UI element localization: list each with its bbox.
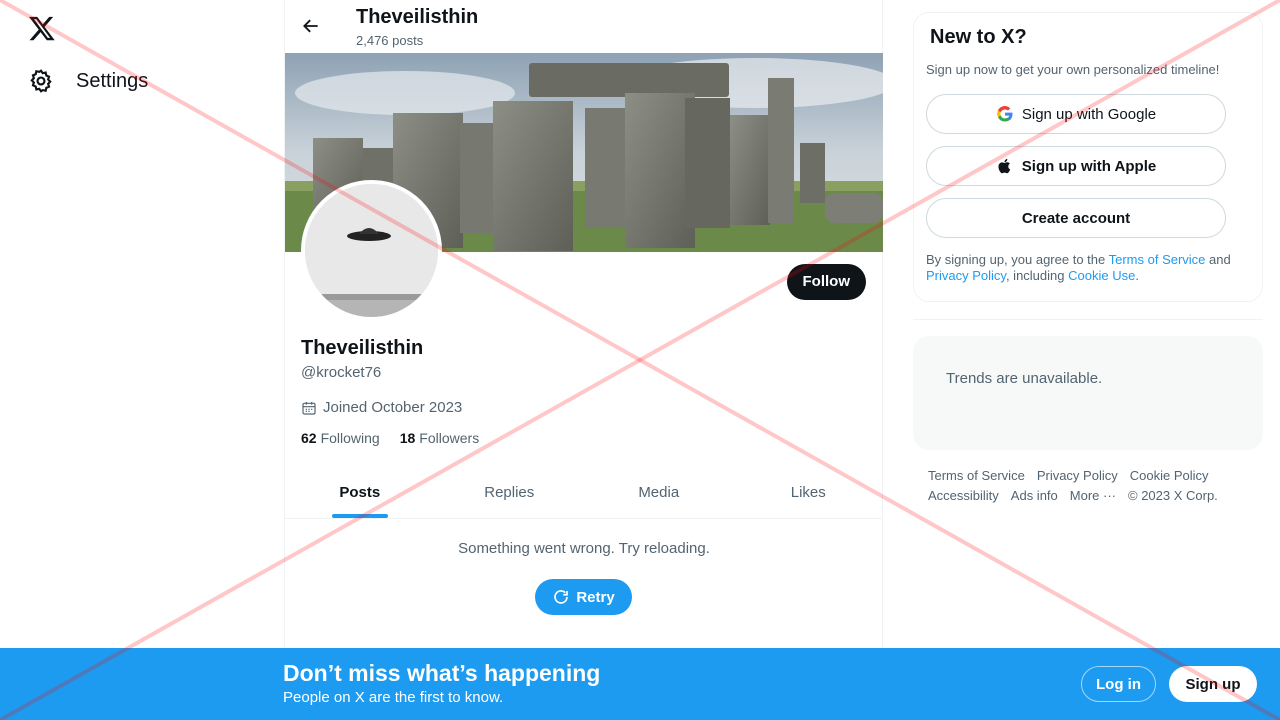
terms-and: and	[1205, 252, 1231, 267]
google-icon	[997, 106, 1013, 122]
back-arrow-icon[interactable]	[301, 16, 321, 36]
following-label: Following	[320, 430, 380, 446]
footer-ads[interactable]: Ads info	[1011, 488, 1058, 503]
follow-button[interactable]: Follow	[786, 264, 866, 300]
x-logo-icon[interactable]	[28, 14, 56, 42]
footer-privacy[interactable]: Privacy Policy	[1037, 468, 1118, 483]
bottom-title: Don’t miss what’s happening	[283, 660, 601, 686]
tab-media[interactable]: Media	[584, 466, 734, 518]
footer-cookie[interactable]: Cookie Policy	[1130, 468, 1209, 483]
tab-replies[interactable]: Replies	[435, 466, 585, 518]
tab-posts[interactable]: Posts	[285, 466, 435, 518]
profile-handle: @krocket76	[301, 364, 382, 381]
posts-count: 2,476 posts	[356, 33, 424, 48]
profile-header-bar: Theveilisthin 2,476 posts	[285, 0, 883, 53]
terms-including: , including	[1005, 268, 1069, 283]
following-link[interactable]: 62 Following	[301, 430, 380, 446]
signup-terms: By signing up, you agree to the Terms of…	[926, 252, 1248, 284]
profile-tabs: Posts Replies Media Likes	[285, 466, 883, 519]
profile-name: Theveilisthin	[301, 337, 424, 359]
trends-panel: Trends are unavailable.	[913, 336, 1263, 450]
bottom-subtitle: People on X are the first to know.	[283, 689, 504, 706]
create-account-button[interactable]: Create account	[926, 198, 1226, 238]
footer-more[interactable]: More ···	[1070, 488, 1116, 503]
left-nav: Settings	[0, 0, 284, 720]
nav-settings[interactable]: Settings	[28, 68, 148, 94]
signup-apple-button[interactable]: Sign up with Apple	[926, 146, 1226, 186]
privacy-link[interactable]: Privacy Policy	[926, 268, 1006, 283]
login-button[interactable]: Log in	[1081, 666, 1156, 702]
terms-prefix: By signing up, you agree to the	[926, 252, 1109, 267]
feed-error-message: Something went wrong. Try reloading.	[458, 540, 710, 557]
terms-end: .	[1135, 268, 1139, 283]
signup-subtitle: Sign up now to get your own personalized…	[926, 62, 1220, 77]
joined-date: Joined October 2023	[301, 399, 462, 416]
footer-links: Terms of Service Privacy Policy Cookie Pol…	[928, 466, 1258, 506]
header-name: Theveilisthin	[356, 6, 479, 28]
followers-count: 18	[399, 430, 416, 446]
followers-link[interactable]: 18 Followers	[400, 430, 479, 446]
gear-icon	[30, 69, 52, 93]
tab-likes[interactable]: Likes	[734, 466, 884, 518]
ufo-photo-icon	[305, 184, 438, 317]
signup-button[interactable]: Sign up	[1169, 666, 1257, 702]
signup-card: New to X? Sign up now to get your own pe…	[913, 12, 1263, 302]
main-column: Theveilisthin 2,476 posts Follow Theveil…	[284, 0, 883, 720]
signup-title: New to X?	[930, 26, 1027, 48]
profile-stats: 62 Following 18 Followers	[301, 430, 479, 446]
cookie-use-link[interactable]: Cookie Use	[1068, 268, 1135, 283]
right-divider	[913, 319, 1263, 320]
apple-icon	[998, 158, 1010, 174]
refresh-icon	[554, 590, 569, 604]
retry-button[interactable]: Retry	[535, 579, 632, 615]
following-count: 62	[301, 430, 317, 446]
signup-google-button[interactable]: Sign up with Google	[926, 94, 1226, 134]
footer-copyright: © 2023 X Corp.	[1128, 488, 1218, 503]
joined-text: Joined October 2023	[323, 399, 463, 416]
followers-label: Followers	[419, 430, 480, 446]
profile-avatar[interactable]	[301, 180, 442, 321]
google-label: Sign up with Google	[1021, 105, 1157, 123]
retry-label: Retry	[576, 588, 615, 606]
footer-terms[interactable]: Terms of Service	[928, 468, 1025, 483]
footer-accessibility[interactable]: Accessibility	[928, 488, 999, 503]
trends-message: Trends are unavailable.	[946, 370, 1103, 387]
apple-label: Sign up with Apple	[1021, 157, 1157, 175]
settings-label: Settings	[76, 69, 149, 92]
calendar-icon	[302, 401, 316, 415]
terms-link[interactable]: Terms of Service	[1109, 252, 1206, 267]
